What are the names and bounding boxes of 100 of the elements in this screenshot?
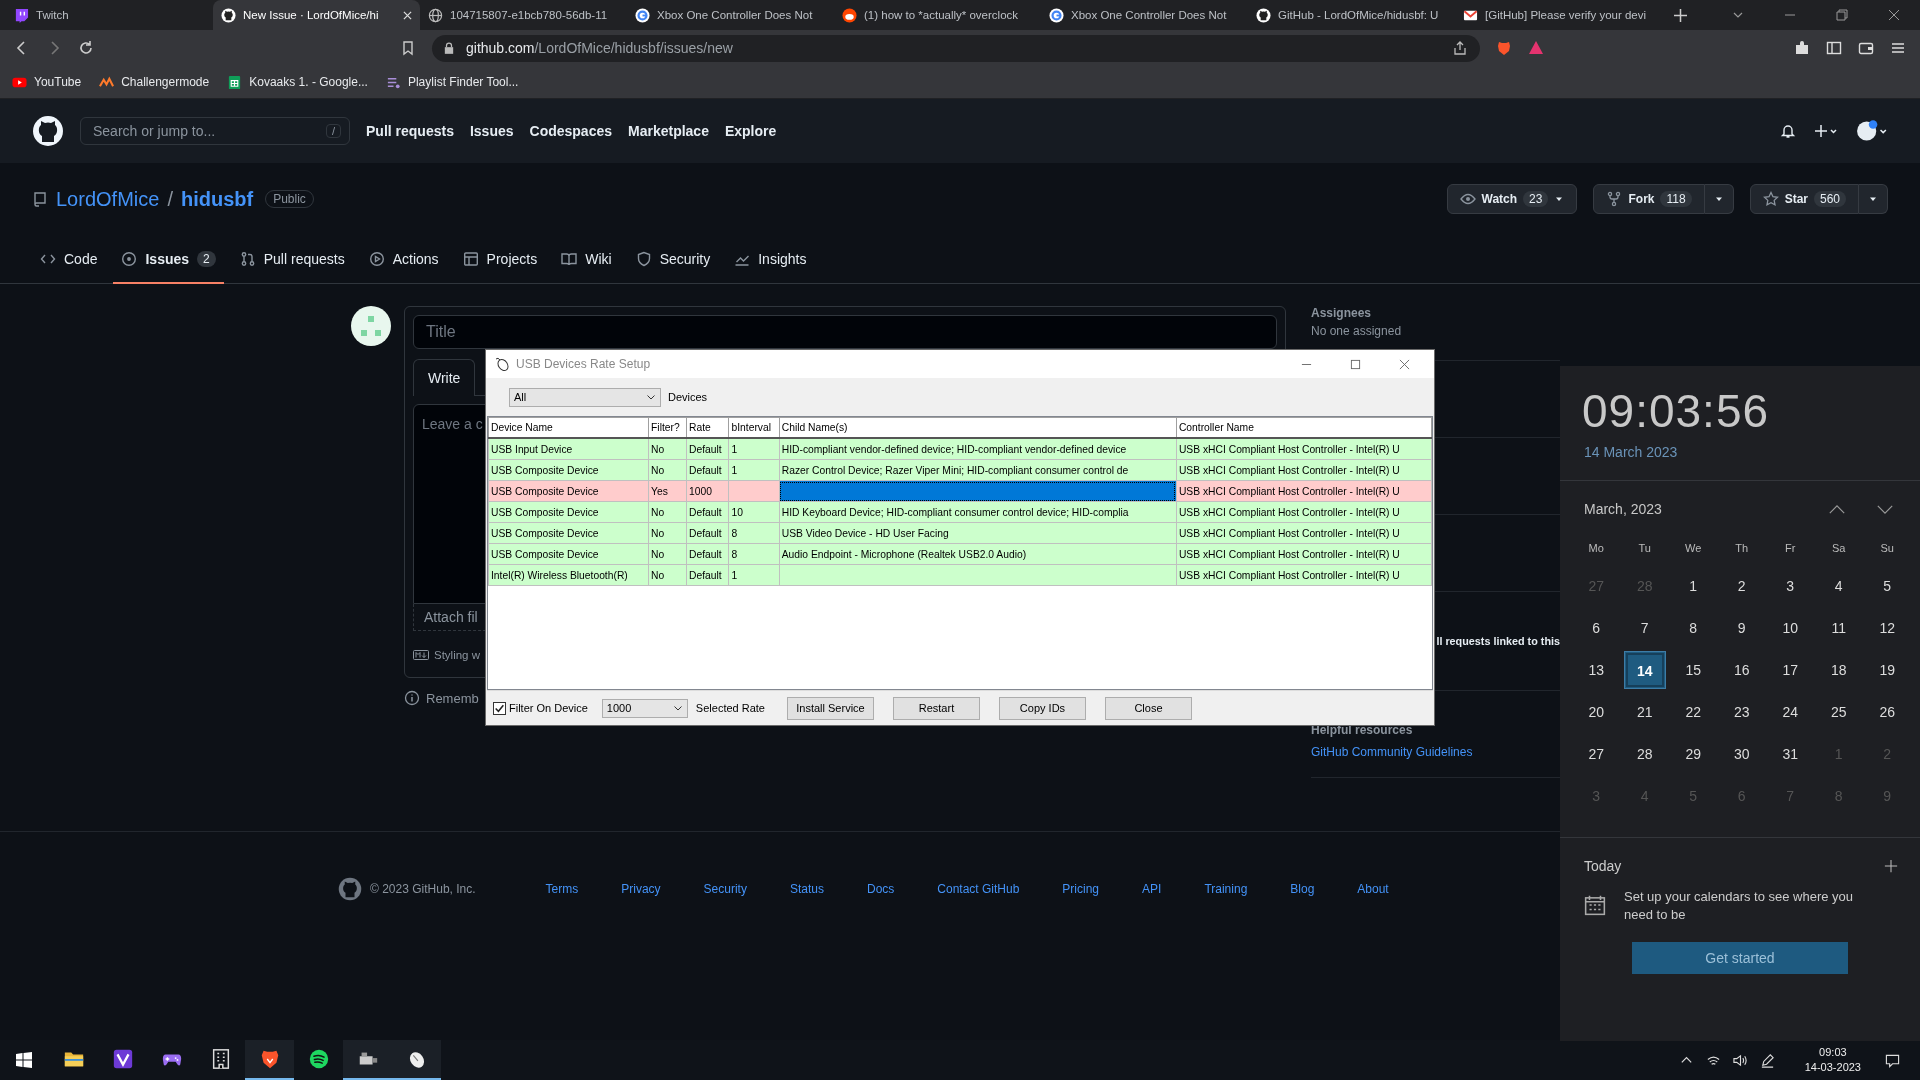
footer-link[interactable]: Blog bbox=[1290, 882, 1315, 896]
write-tab[interactable]: Write bbox=[413, 359, 476, 396]
address-field[interactable]: github.com/LordOfMice/hidusbf/issues/new bbox=[432, 34, 1480, 62]
maximize-icon[interactable] bbox=[1350, 358, 1361, 370]
calendar-day[interactable]: 2 bbox=[1720, 567, 1763, 605]
watch-button[interactable]: Watch 23 bbox=[1446, 184, 1578, 214]
footer-link[interactable]: Status bbox=[789, 882, 824, 896]
browser-tab[interactable]: GitHub - LordOfMice/hidusbf: U bbox=[1248, 0, 1455, 30]
calendar-day[interactable]: 21 bbox=[1623, 693, 1666, 731]
calendar-day[interactable]: 17 bbox=[1769, 651, 1812, 689]
new-tab-icon[interactable] bbox=[1674, 8, 1687, 22]
browser-tab[interactable]: Xbox One Controller Does Not bbox=[1041, 0, 1248, 30]
sidebar-icon[interactable] bbox=[1826, 40, 1842, 56]
get-started-button[interactable]: Get started bbox=[1632, 942, 1848, 974]
calendar-day[interactable]: 28 bbox=[1623, 735, 1666, 773]
search-field[interactable]: Search or jump to... / bbox=[80, 117, 350, 145]
calendar-day[interactable]: 31 bbox=[1769, 735, 1812, 773]
calendar-day[interactable]: 7 bbox=[1623, 609, 1666, 647]
bell-icon[interactable] bbox=[1780, 123, 1796, 139]
owner-link[interactable]: LordOfMice bbox=[56, 187, 160, 211]
browser-tab[interactable]: Xbox One Controller Does Not bbox=[627, 0, 834, 30]
device-row[interactable]: USB Composite Device No Default 1 Razer Control Device; Razer Viper Mini; HID-compliant consumer control de USB xHCI Compliant Host Controller - Intel(R) U bbox=[488, 459, 1432, 481]
calendar-day[interactable]: 24 bbox=[1769, 693, 1812, 731]
calendar-day[interactable]: 20 bbox=[1575, 693, 1618, 731]
repo-tab[interactable]: Pull requests bbox=[231, 235, 353, 284]
calendar-day[interactable]: 13 bbox=[1575, 651, 1618, 689]
footer-link[interactable]: Contact GitHub bbox=[937, 882, 1020, 896]
triangle-icon[interactable] bbox=[1528, 40, 1544, 56]
rate-dropdown[interactable]: 1000 bbox=[601, 698, 688, 718]
notification-icon[interactable] bbox=[1885, 1052, 1900, 1068]
repo-tab[interactable]: Wiki bbox=[553, 235, 620, 284]
assignees-heading[interactable]: Assignees bbox=[1311, 306, 1560, 320]
device-row[interactable]: USB Composite Device No Default 8 USB Video Device - HD User Facing USB xHCI Compliant Host Controller - Intel(R) U bbox=[488, 522, 1432, 544]
close-icon[interactable] bbox=[1399, 358, 1410, 370]
column-header[interactable]: Device Name bbox=[488, 417, 649, 438]
share-icon[interactable] bbox=[1452, 40, 1468, 56]
column-header[interactable]: Controller Name bbox=[1176, 417, 1432, 438]
footer-link[interactable]: About bbox=[1357, 882, 1389, 896]
calendar-day[interactable]: 1 bbox=[1672, 567, 1715, 605]
title-field[interactable]: Title bbox=[413, 315, 1277, 349]
repo-tab[interactable]: Security bbox=[627, 235, 719, 284]
filter-checkbox[interactable]: Filter On Device bbox=[493, 701, 588, 715]
device-row[interactable]: USB Composite Device No Default 10 HID Keyboard Device; HID-compliant consumer control device; HID-complia USB xHCI Compliant Host Controller - Intel(R) U bbox=[488, 501, 1432, 523]
footer-link[interactable]: Docs bbox=[866, 882, 895, 896]
nav-link[interactable]: Explore bbox=[724, 123, 777, 139]
calendar-day[interactable]: 19 bbox=[1866, 651, 1909, 689]
device-row[interactable]: Intel(R) Wireless Bluetooth(R) No Default 1 USB xHCI Compliant Host Controller - Intel(R) U bbox=[488, 564, 1432, 586]
repo-tab[interactable]: Actions bbox=[360, 235, 447, 284]
taskbar-date[interactable]: 14-03-2023 bbox=[1804, 1060, 1861, 1075]
checkbox[interactable] bbox=[493, 701, 506, 715]
repo-link[interactable]: hidusbf bbox=[180, 187, 254, 211]
taskbar-time[interactable]: 09:03 bbox=[1819, 1045, 1847, 1060]
month-label[interactable]: March, 2023 bbox=[1584, 501, 1662, 517]
repo-tab[interactable]: Insights bbox=[726, 235, 815, 284]
reload-icon[interactable] bbox=[78, 40, 94, 56]
calendar-day[interactable]: 29 bbox=[1672, 735, 1715, 773]
fork-button[interactable]: Fork 118 bbox=[1593, 184, 1705, 214]
browser-tab[interactable]: 104715807-e1bcb780-56db-11 bbox=[420, 0, 627, 30]
footer-link[interactable]: API bbox=[1142, 882, 1162, 896]
wallet-icon[interactable] bbox=[1858, 40, 1874, 56]
browser-tab[interactable]: [GitHub] Please verify your devi bbox=[1455, 0, 1662, 30]
column-header[interactable]: Rate bbox=[686, 417, 729, 438]
bookmark-link[interactable]: Challengermode bbox=[99, 74, 210, 90]
footer-link[interactable]: Security bbox=[703, 882, 747, 896]
browser-tab[interactable]: Twitch bbox=[6, 0, 213, 30]
calendar-day[interactable]: 26 bbox=[1866, 693, 1909, 731]
calendar-day[interactable]: 11 bbox=[1817, 609, 1860, 647]
nav-link[interactable]: Marketplace bbox=[628, 123, 709, 139]
calendar-day[interactable]: 18 bbox=[1817, 651, 1860, 689]
column-header[interactable]: bInterval bbox=[729, 417, 780, 438]
bookmark-link[interactable]: Playlist Finder Tool... bbox=[385, 74, 519, 90]
guidelines-link[interactable]: GitHub Community Guidelines bbox=[1311, 745, 1560, 759]
calendar-day[interactable]: 22 bbox=[1672, 693, 1715, 731]
menu-icon[interactable] bbox=[1890, 40, 1906, 56]
calendar-day[interactable]: 6 bbox=[1575, 609, 1618, 647]
calendar-day[interactable]: 27 bbox=[1575, 735, 1618, 773]
calendar-day[interactable]: 30 bbox=[1720, 735, 1763, 773]
browser-tab[interactable]: (1) how to *actually* overclock bbox=[834, 0, 1041, 30]
repo-tab[interactable]: Projects bbox=[454, 235, 546, 284]
calendar-day[interactable]: 3 bbox=[1769, 567, 1812, 605]
footer-link[interactable]: Pricing bbox=[1062, 882, 1100, 896]
calendar-day[interactable]: 9 bbox=[1720, 609, 1763, 647]
bookmark-link[interactable]: YouTube bbox=[12, 74, 82, 90]
footer-link[interactable]: Training bbox=[1204, 882, 1248, 896]
dialog-button[interactable]: Copy IDs bbox=[998, 696, 1086, 720]
calendar-day[interactable]: 23 bbox=[1720, 693, 1763, 731]
restore-icon[interactable] bbox=[1836, 9, 1848, 21]
repo-tab[interactable]: Issues 2 bbox=[113, 235, 224, 284]
calendar-day[interactable]: 14 bbox=[1623, 651, 1666, 689]
avatar-icon[interactable] bbox=[1856, 119, 1888, 143]
dialog-button[interactable]: Install Service bbox=[786, 696, 874, 720]
bookmark-link[interactable]: Kovaaks 1. - Google... bbox=[227, 74, 368, 90]
calendar-day[interactable]: 8 bbox=[1672, 609, 1715, 647]
pen-icon[interactable] bbox=[1759, 1052, 1775, 1068]
calendar-day[interactable]: 25 bbox=[1817, 693, 1860, 731]
footer-link[interactable]: Privacy bbox=[621, 882, 661, 896]
taskbar-app[interactable] bbox=[245, 1040, 294, 1080]
device-row[interactable]: USB Composite Device No Default 8 Audio Endpoint - Microphone (Realtek USB2.0 Audio) USB xHCI Compliant Host Controller - Intel(R) U bbox=[488, 543, 1432, 565]
calendar-day[interactable]: 16 bbox=[1720, 651, 1763, 689]
calendar-day[interactable]: 10 bbox=[1769, 609, 1812, 647]
